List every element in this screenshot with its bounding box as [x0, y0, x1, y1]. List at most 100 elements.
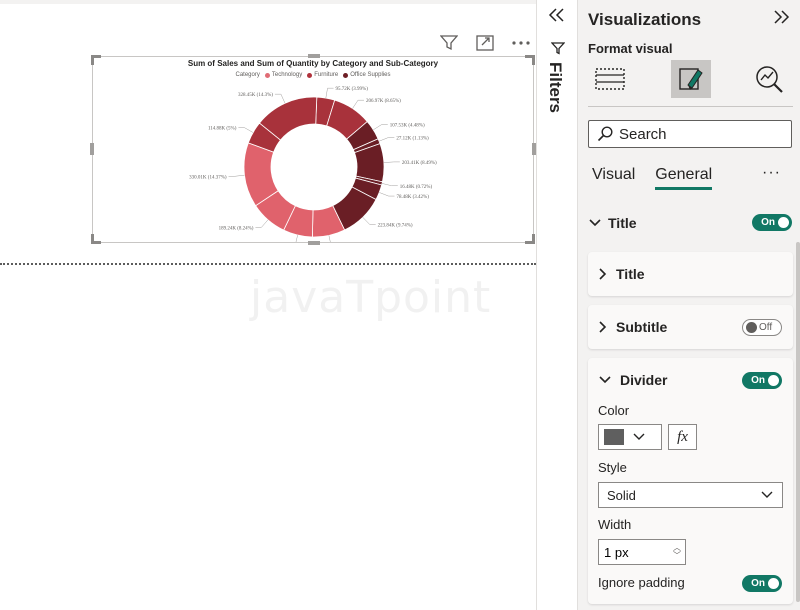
chevron-down-icon: [589, 219, 601, 227]
toggle-label: On: [751, 375, 765, 386]
data-label: 95.72K (3.99%): [336, 87, 369, 92]
card-label: Subtitle: [616, 319, 668, 335]
leader-line: [295, 235, 298, 242]
search-icon: [597, 126, 613, 142]
width-input[interactable]: [604, 544, 664, 560]
resize-handle-top-left[interactable]: [91, 55, 101, 65]
data-label: 189.24K (8.24%): [219, 226, 254, 231]
section-label: Title: [608, 215, 637, 231]
chevron-down-icon: [633, 433, 645, 440]
style-dropdown[interactable]: Solid: [598, 482, 783, 508]
build-visual-icon[interactable]: [590, 60, 630, 98]
subtitle-card-header[interactable]: Subtitle: [598, 305, 667, 349]
chevron-down-icon[interactable]: ﹀: [673, 552, 681, 560]
divider-card-header[interactable]: Divider: [598, 358, 667, 402]
toggle-knob: [778, 217, 789, 228]
tab-visual[interactable]: Visual: [592, 166, 635, 190]
analytics-icon[interactable]: [750, 60, 790, 98]
subtitle-card: Subtitle Off: [588, 305, 793, 349]
color-picker[interactable]: [598, 424, 662, 450]
color-swatch: [604, 429, 624, 445]
filters-pane[interactable]: Filters: [536, 0, 576, 610]
leader-line: [379, 192, 395, 197]
visual-header: [438, 34, 532, 52]
leader-line: [373, 124, 388, 131]
leader-line: [352, 99, 364, 109]
toggle-label: On: [761, 217, 775, 228]
canvas-top-strip: [0, 0, 536, 4]
pane-subtitle: Format visual: [588, 41, 673, 56]
style-label: Style: [598, 460, 627, 475]
leader-line: [328, 235, 331, 242]
data-label: 16.48K (0.72%): [400, 185, 433, 190]
color-label: Color: [598, 403, 630, 418]
focus-mode-icon[interactable]: [474, 34, 496, 52]
chevron-right-icon: [599, 268, 607, 280]
data-label: 330.01K (14.37%): [189, 175, 227, 180]
toggle-label: On: [751, 578, 765, 589]
more-options-icon[interactable]: [510, 34, 532, 52]
chevron-down-icon: [599, 376, 611, 384]
search-input[interactable]: [619, 125, 779, 143]
width-stepper[interactable]: ︿ ﹀: [598, 539, 686, 565]
filters-label[interactable]: Filters: [545, 62, 565, 113]
report-canvas[interactable]: Sum of Sales and Sum of Quantity by Cate…: [0, 0, 536, 610]
resize-handle-bottom-right[interactable]: [525, 234, 535, 244]
page-boundary-line: [0, 263, 536, 265]
ignore-padding-toggle[interactable]: On: [742, 575, 782, 592]
ignore-padding-label: Ignore padding: [598, 575, 685, 590]
pane-mode-icons: [588, 60, 792, 98]
donut-chart-visual[interactable]: Sum of Sales and Sum of Quantity by Cate…: [90, 54, 536, 245]
resize-handle-bottom-left[interactable]: [91, 234, 101, 244]
pane-scrollbar[interactable]: [796, 242, 800, 602]
donut-chart-svg: 95.72K (3.99%) 206.97K (8.65%) 107.53K (4.…: [189, 87, 437, 242]
funnel-icon: [550, 42, 566, 60]
data-label: 107.53K (4.48%): [390, 123, 425, 128]
card-label: Divider: [620, 372, 668, 388]
title-card: Title: [588, 252, 793, 296]
leader-line: [325, 87, 334, 99]
resize-handle-top-right[interactable]: [525, 55, 535, 65]
leader-line: [362, 217, 376, 225]
data-label: 328.45K (14.3%): [238, 93, 273, 98]
watermark: javaTpoint: [250, 272, 492, 323]
leader-line: [378, 137, 395, 142]
double-chevron-right-icon[interactable]: [772, 10, 790, 29]
data-label: 27.12K (1.13%): [396, 137, 429, 142]
divider-toggle[interactable]: On: [742, 372, 782, 389]
title-toggle[interactable]: On: [752, 214, 792, 231]
leader-line: [381, 183, 398, 187]
funnel-icon[interactable]: [438, 34, 460, 52]
pane-title: Visualizations: [588, 10, 702, 29]
data-label: 114.88K (5%): [208, 127, 237, 132]
resize-handle-top[interactable]: [308, 54, 320, 58]
title-card-header[interactable]: Title: [598, 252, 645, 296]
toggle-knob: [768, 375, 779, 386]
leader-line: [228, 174, 245, 177]
divider-card: Divider On Color fx Style Solid Width ︿ …: [588, 358, 793, 604]
tab-general[interactable]: General: [655, 166, 713, 190]
resize-handle-left[interactable]: [90, 143, 94, 155]
visualizations-pane: Visualizations Format visual Visual Gene…: [577, 0, 800, 610]
format-visual-icon[interactable]: [671, 60, 711, 98]
fx-button[interactable]: fx: [668, 424, 697, 450]
chevron-down-icon: [761, 491, 773, 498]
leader-line: [383, 161, 400, 163]
stepper-arrows[interactable]: ︿ ﹀: [673, 544, 681, 560]
more-options-icon[interactable]: ···: [762, 164, 781, 182]
data-label: 223.84K (9.74%): [378, 223, 413, 228]
toggle-label: Off: [759, 322, 773, 333]
style-value: Solid: [607, 487, 636, 503]
search-box[interactable]: [588, 120, 792, 148]
leader-line: [255, 219, 269, 228]
leader-line: [238, 127, 254, 133]
format-tabs: Visual General: [592, 166, 713, 190]
pane-divider: [588, 106, 793, 107]
leader-line: [274, 93, 286, 104]
resize-handle-bottom[interactable]: [308, 241, 320, 245]
subtitle-toggle[interactable]: Off: [742, 319, 782, 336]
card-label: Title: [616, 266, 645, 282]
data-label: 78.48K (3.42%): [397, 195, 430, 200]
double-chevron-left-icon[interactable]: [548, 8, 566, 27]
toggle-knob: [768, 578, 779, 589]
